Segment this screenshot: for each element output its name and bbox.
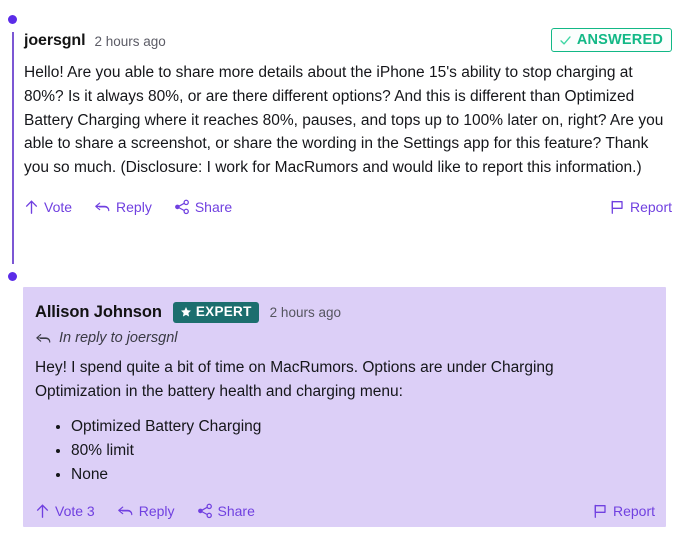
reply-report-button[interactable]: Report xyxy=(592,503,655,519)
reply-reply-button[interactable]: Reply xyxy=(117,503,175,519)
reply-action-bar: Vote 3 Reply Share Report xyxy=(35,500,655,522)
check-icon xyxy=(560,35,571,45)
reply-vote-button[interactable]: Vote 3 xyxy=(35,503,95,519)
expert-badge-label: EXPERT xyxy=(195,304,252,320)
list-item: Optimized Battery Charging xyxy=(71,415,647,438)
list-item: None xyxy=(71,463,647,486)
status-badge-answered: ANSWERED xyxy=(550,28,672,52)
comment-text: Hello! Are you able to share more detail… xyxy=(24,64,664,177)
reply-arrow-icon xyxy=(95,202,110,212)
share-nodes-icon xyxy=(174,199,189,215)
flag-icon xyxy=(594,504,606,518)
comment-action-bar: Vote Reply Share Report xyxy=(24,196,672,218)
reply-text: Hey! I spend quite a bit of time on MacR… xyxy=(35,359,554,400)
report-label: Report xyxy=(629,198,672,215)
reply-timestamp: 2 hours ago xyxy=(269,304,341,320)
comment-thread: joersgnl 2 hours ago ANSWERED Hello! Are… xyxy=(0,0,684,548)
up-arrow-icon xyxy=(36,504,49,518)
share-button[interactable]: Share xyxy=(174,199,232,215)
share-label: Share xyxy=(194,198,233,215)
reply-report-label: Report xyxy=(612,503,655,519)
comment-author[interactable]: joersgnl xyxy=(24,32,86,50)
reply-arrow-icon xyxy=(36,333,51,343)
reply-arrow-icon xyxy=(117,506,133,516)
reply-share-button[interactable]: Share xyxy=(197,503,255,519)
reply-label: Reply xyxy=(116,198,152,215)
reply-button[interactable]: Reply xyxy=(94,199,152,215)
thread-connector-line xyxy=(12,32,14,264)
vote-button[interactable]: Vote xyxy=(24,199,72,215)
thread-node-dot xyxy=(8,15,17,24)
in-reply-to: In reply to joersgnl xyxy=(35,330,647,346)
reply-reply-label: Reply xyxy=(138,503,175,519)
status-badge-label: ANSWERED xyxy=(576,31,663,48)
report-button[interactable]: Report xyxy=(609,199,672,215)
reply-card: Allison Johnson EXPERT 2 hours ago In re… xyxy=(23,287,666,527)
reply-options-list: Optimized Battery Charging 80% limit Non… xyxy=(35,415,647,486)
up-arrow-icon xyxy=(25,200,38,214)
reply-header: Allison Johnson EXPERT 2 hours ago xyxy=(35,301,647,323)
vote-label: Vote xyxy=(44,198,73,215)
in-reply-to-label: In reply to joersgnl xyxy=(59,330,178,346)
star-icon xyxy=(180,307,191,317)
list-item: 80% limit xyxy=(71,439,647,462)
reply-node-dot xyxy=(8,272,17,281)
comment-content: joersgnl 2 hours ago ANSWERED Hello! Are… xyxy=(24,28,672,218)
comment-header: joersgnl 2 hours ago ANSWERED xyxy=(24,28,672,52)
comment-timestamp: 2 hours ago xyxy=(94,33,166,49)
reply-vote-label: Vote 3 xyxy=(55,503,95,519)
flag-icon xyxy=(611,200,623,214)
reply-author[interactable]: Allison Johnson xyxy=(35,303,162,322)
expert-badge: EXPERT xyxy=(172,301,259,323)
reply-share-label: Share xyxy=(217,503,255,519)
share-nodes-icon xyxy=(197,503,212,519)
reply-content: Allison Johnson EXPERT 2 hours ago In re… xyxy=(35,301,647,487)
